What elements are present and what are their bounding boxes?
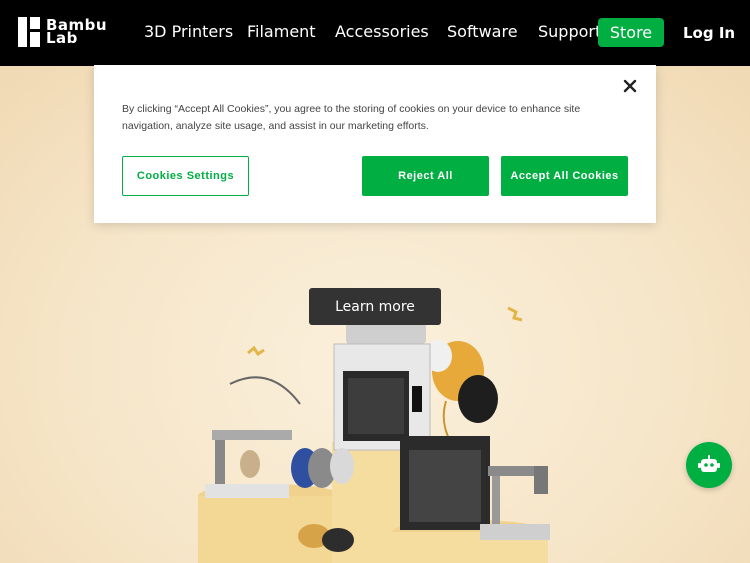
robot-icon: [698, 455, 720, 472]
reject-all-button[interactable]: Reject All: [362, 156, 489, 196]
logo-text: Bambu Lab: [46, 16, 108, 47]
top-navigation: Bambu Lab 3D Printers Filament Accessori…: [0, 0, 750, 66]
cookies-settings-button[interactable]: Cookies Settings: [122, 156, 249, 196]
chatbot-button[interactable]: [686, 442, 732, 488]
bambu-lab-logo[interactable]: Bambu Lab: [18, 17, 107, 47]
nav-software[interactable]: Software: [447, 22, 518, 41]
close-icon[interactable]: [622, 78, 638, 94]
nav-filament[interactable]: Filament: [247, 22, 316, 41]
store-button[interactable]: Store: [598, 18, 664, 47]
cookie-consent-dialog: By clicking “Accept All Cookies”, you ag…: [94, 65, 656, 223]
nav-3d-printers[interactable]: 3D Printers: [144, 22, 233, 41]
accept-all-cookies-button[interactable]: Accept All Cookies: [501, 156, 628, 196]
learn-more-button[interactable]: Learn more: [309, 288, 441, 325]
nav-accessories[interactable]: Accessories: [335, 22, 429, 41]
nav-support[interactable]: Support: [538, 22, 601, 41]
cookie-consent-text: By clicking “Accept All Cookies”, you ag…: [122, 103, 581, 132]
logo-mark-icon: [18, 17, 40, 47]
login-link[interactable]: Log In: [683, 24, 735, 42]
